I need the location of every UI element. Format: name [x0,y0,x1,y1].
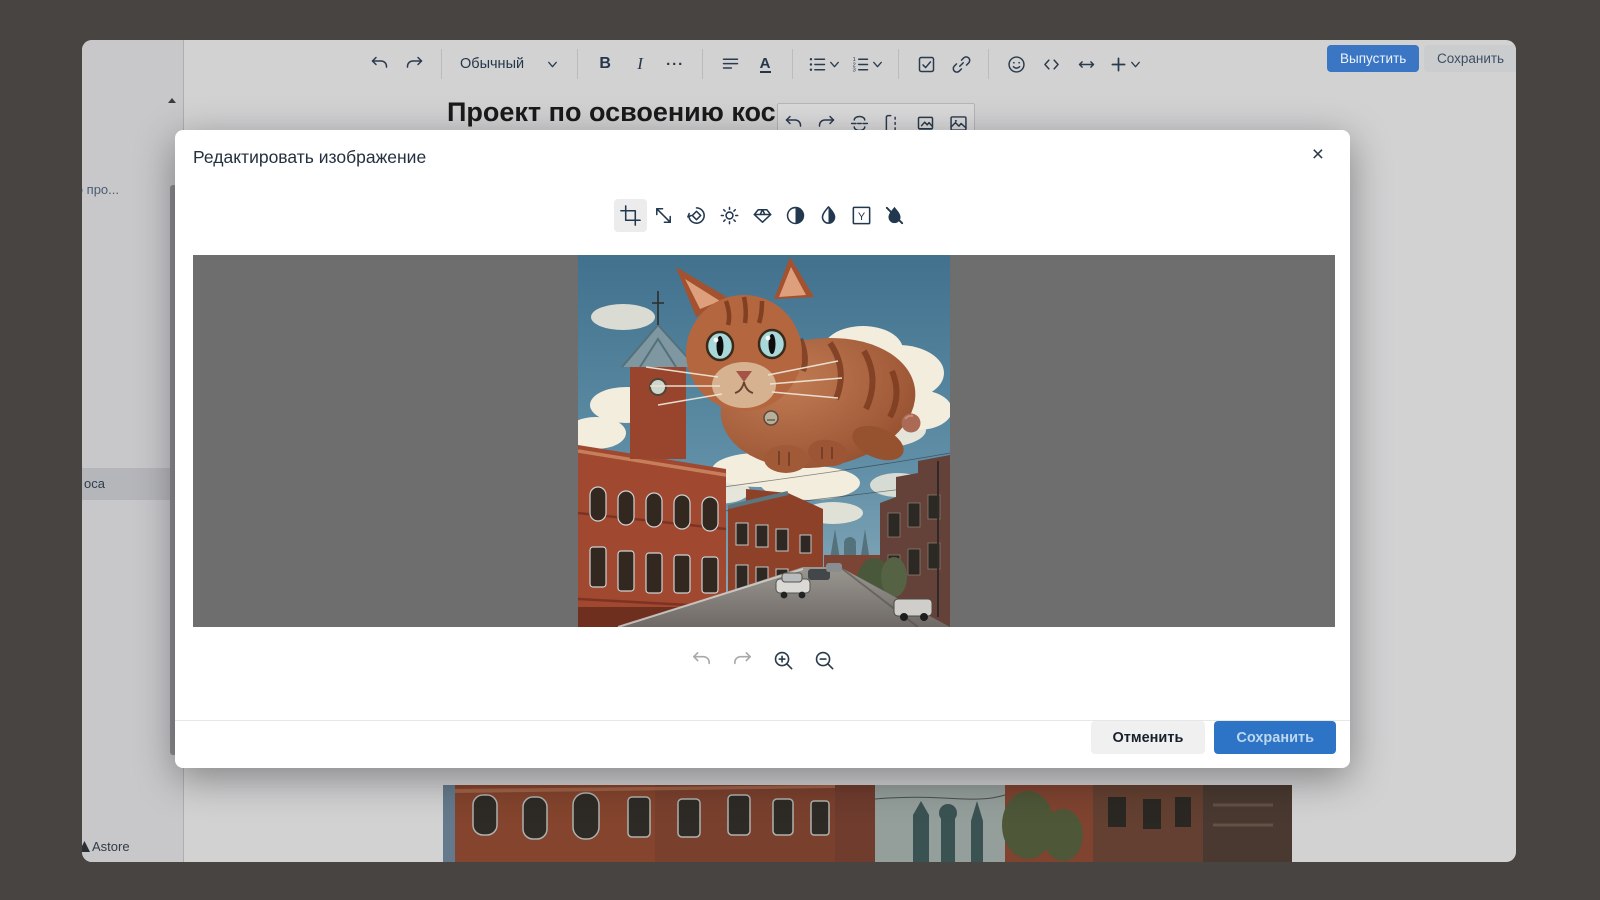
redo-icon [731,649,754,672]
editor-toolbar: Обычный B I ··· A 1 2 3 [366,40,1142,88]
toolbar-separator [441,49,442,79]
edit-image-modal: Редактировать изображение × Y [175,130,1350,768]
contrast-icon [784,204,807,227]
grayscale-tool-button[interactable]: Y [845,199,878,232]
modal-title: Редактировать изображение [193,147,426,168]
remove-color-tool-button[interactable] [878,199,911,232]
link-icon [951,54,972,75]
horizontal-arrows-icon [1076,54,1097,75]
emoji-button[interactable] [1003,49,1029,79]
toolbar-separator [792,49,793,79]
brand-label: Astore [92,839,130,854]
bullet-list-icon [807,54,828,75]
image-tools-row: Y [175,199,1350,232]
zoom-out-button[interactable] [810,646,838,674]
sidebar: то про... оса Astore [82,40,183,862]
save-draft-button[interactable]: Сохранить [1424,45,1516,72]
sidebar-brand: Astore [82,839,130,854]
plus-icon [1108,54,1129,75]
undo-icon [690,649,713,672]
width-toggle-button[interactable] [1073,49,1099,79]
zoom-in-button[interactable] [769,646,797,674]
bold-button[interactable]: B [592,49,618,79]
toolbar-separator [702,49,703,79]
redo-icon [404,54,425,75]
close-button[interactable]: × [1312,142,1324,168]
redo-button[interactable] [401,49,427,79]
checkbox-icon [916,54,937,75]
chevron-down-icon [828,58,841,71]
edited-image-cat-over-city [578,255,950,627]
svg-text:Y: Y [858,211,866,223]
crop-icon [619,204,642,227]
zoom-in-icon [772,649,795,672]
brightness-tool-button[interactable] [713,199,746,232]
sharpen-tool-button[interactable] [746,199,779,232]
link-button[interactable] [948,49,974,79]
rotate-tool-button[interactable] [680,199,713,232]
toolbar-separator [577,49,578,79]
contrast-tool-button[interactable] [779,199,812,232]
droplet-icon [817,204,840,227]
code-icon [1041,54,1062,75]
saturation-tool-button[interactable] [812,199,845,232]
undo-button[interactable] [366,49,392,79]
rotate-icon [685,204,708,227]
toolbar-separator [988,49,989,79]
scroll-up-arrow-icon[interactable] [168,98,176,103]
bullet-list-button[interactable] [807,49,841,79]
sidebar-item-truncated[interactable]: то про... [82,182,119,197]
paragraph-style-value: Обычный [460,56,524,72]
image-preview-canvas[interactable] [193,255,1335,627]
emoji-icon [1006,54,1027,75]
checklist-button[interactable] [913,49,939,79]
resize-tool-button[interactable] [647,199,680,232]
insert-block-button[interactable] [1108,49,1142,79]
code-button[interactable] [1038,49,1064,79]
grayscale-icon: Y [850,204,873,227]
diamond-icon [751,204,774,227]
align-button[interactable] [717,49,743,79]
history-redo-button[interactable] [728,646,756,674]
document-title[interactable]: Проект по освоению кос [447,97,776,128]
paragraph-style-dropdown[interactable]: Обычный [456,49,563,79]
publish-button[interactable]: Выпустить [1327,45,1419,72]
numbered-list-button[interactable]: 1 2 3 [850,49,884,79]
undo-icon [369,54,390,75]
chevron-down-icon [546,58,559,71]
crop-tool-button[interactable] [614,199,647,232]
chevron-down-icon [871,58,884,71]
history-undo-button[interactable] [687,646,715,674]
text-color-button[interactable]: A [752,49,778,79]
align-left-icon [720,54,741,75]
canvas-controls [175,646,1350,674]
numbered-list-icon: 1 2 3 [850,54,871,75]
droplet-off-icon [883,204,906,227]
zoom-out-icon [813,649,836,672]
sidebar-item-selected[interactable]: оса [82,468,183,500]
resize-icon [652,204,675,227]
save-button[interactable]: Сохранить [1214,721,1336,754]
brand-logo-icon [82,841,90,852]
italic-button[interactable]: I [627,49,653,79]
cancel-button[interactable]: Отменить [1091,721,1206,754]
more-formatting-button[interactable]: ··· [662,49,688,79]
chevron-down-icon [1129,58,1142,71]
document-inline-image[interactable] [443,785,1292,862]
modal-footer: Отменить Сохранить [1091,721,1337,754]
toolbar-separator [898,49,899,79]
brightness-icon [718,204,741,227]
svg-text:3: 3 [853,67,856,73]
